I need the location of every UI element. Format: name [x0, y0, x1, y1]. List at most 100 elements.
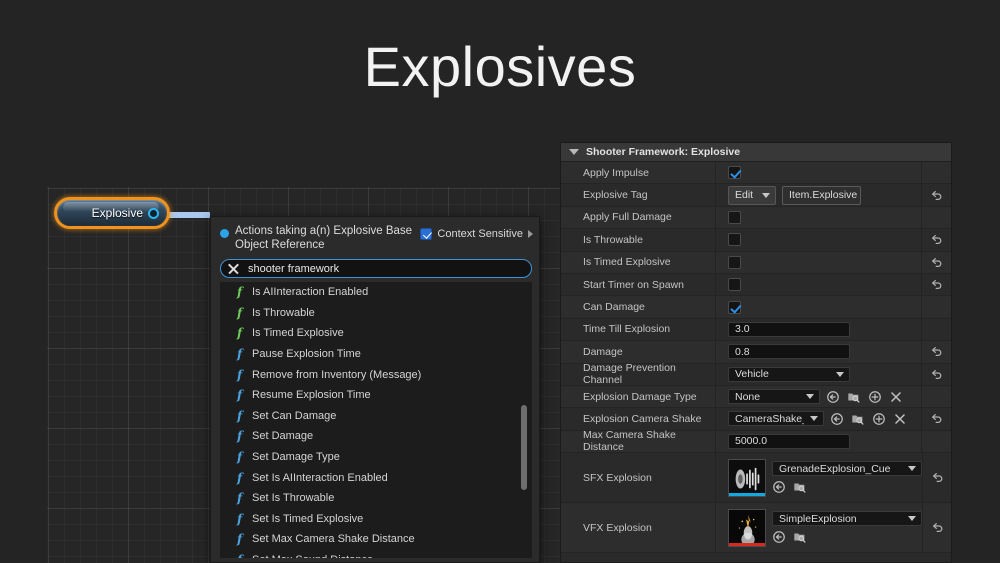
action-list-item[interactable]: f Remove from Inventory (Message) — [220, 364, 532, 385]
property-dropdown[interactable]: Vehicle — [728, 366, 850, 382]
revert-icon[interactable] — [931, 471, 944, 484]
action-list-item[interactable]: f Set Is Timed Explosive — [220, 509, 532, 530]
browse-icon[interactable] — [847, 390, 861, 404]
revert-icon[interactable] — [930, 345, 943, 358]
chevron-down-icon[interactable] — [806, 394, 814, 400]
revert-cell — [921, 206, 951, 229]
action-search-box[interactable]: shooter framework — [220, 259, 532, 278]
property-text-input[interactable]: 0.8 — [728, 344, 850, 360]
action-list-item[interactable]: f Is Timed Explosive — [220, 323, 532, 344]
action-list-item[interactable]: f Is Throwable — [220, 303, 532, 324]
chevron-down-icon[interactable] — [908, 466, 916, 472]
property-text-input[interactable]: 5000.0 — [728, 433, 850, 449]
particle-system-thumbnail[interactable] — [728, 508, 766, 547]
action-list-item[interactable]: f Set Is AIInteraction Enabled — [220, 467, 532, 488]
details-section-header[interactable]: Shooter Framework: Explosive — [561, 143, 951, 162]
new-asset-icon[interactable] — [872, 412, 886, 426]
chevron-down-icon[interactable] — [810, 416, 818, 422]
property-checkbox[interactable] — [728, 278, 741, 292]
property-row: Explosive Tag Edit Item.Explosive — [561, 184, 951, 207]
action-list-scrollbar[interactable] — [519, 282, 528, 558]
function-icon: f — [237, 532, 243, 547]
sound-cue-thumbnail[interactable] — [728, 458, 766, 497]
object-pin-dot-icon — [220, 229, 229, 238]
browse-icon[interactable] — [851, 412, 865, 426]
clear-icon[interactable] — [893, 412, 907, 426]
chevron-down-icon[interactable] — [908, 516, 916, 522]
context-sensitive-toggle[interactable]: Context Sensitive — [420, 228, 533, 240]
function-icon: f — [237, 553, 245, 558]
action-list-item-label: Is AIInteraction Enabled — [252, 286, 369, 299]
revert-cell — [921, 318, 951, 341]
chevron-down-icon[interactable] — [762, 192, 770, 198]
chevron-right-icon[interactable] — [528, 230, 533, 238]
explosive-tag-value[interactable]: Item.Explosive — [782, 185, 861, 205]
action-list-item[interactable]: f Set Max Camera Shake Distance — [220, 529, 532, 550]
property-row: Apply Full Damage — [561, 206, 951, 230]
close-icon[interactable] — [227, 263, 239, 275]
revert-cell — [921, 430, 951, 453]
sound-cue-thumbnail — [729, 459, 765, 496]
property-label: Damage — [561, 341, 716, 363]
use-selected-icon[interactable] — [772, 480, 786, 494]
browse-icon[interactable] — [793, 530, 807, 544]
action-list-item[interactable]: f Set Is Throwable — [220, 488, 532, 509]
chevron-down-icon[interactable] — [836, 371, 844, 377]
action-list-item[interactable]: f Set Damage Type — [220, 447, 532, 468]
new-asset-icon[interactable] — [868, 390, 882, 404]
object-reference-pin-icon[interactable] — [148, 207, 159, 219]
action-list-item-label: Set Damage Type — [252, 451, 340, 464]
property-label: Is Timed Explosive — [561, 251, 716, 273]
action-list-item[interactable]: f Pause Explosion Time — [220, 344, 532, 365]
revert-icon[interactable] — [930, 412, 943, 425]
node-explosive[interactable]: Explosive — [54, 197, 170, 229]
property-row: Time Till Explosion 3.0 — [561, 318, 951, 342]
chevron-down-icon[interactable] — [569, 149, 579, 155]
asset-action-icons — [772, 530, 922, 544]
action-list-item[interactable]: f Is AIInteraction Enabled — [220, 282, 532, 303]
action-list-item-label: Set Max Camera Shake Distance — [252, 533, 415, 546]
asset-picker-dropdown[interactable]: CameraShake_Explo — [728, 411, 824, 427]
action-list[interactable]: f Is AIInteraction Enabled f Is Throwable f I… — [220, 282, 532, 558]
property-value: 0.8 — [716, 341, 921, 362]
asset-picker-dropdown[interactable]: SimpleExplosion — [772, 511, 922, 527]
property-value — [716, 229, 921, 250]
property-checkbox[interactable] — [728, 166, 741, 180]
revert-icon[interactable] — [930, 233, 943, 246]
revert-cell — [921, 385, 951, 408]
action-list-item[interactable]: f Set Damage — [220, 426, 532, 447]
asset-picker-dropdown[interactable]: GrenadeExplosion_Cue — [772, 461, 922, 477]
asset-action-icons — [826, 390, 903, 404]
property-checkbox[interactable] — [728, 300, 741, 314]
scrollbar-thumb[interactable] — [520, 405, 527, 490]
action-list-item[interactable]: f Set Max Sound Distance — [220, 550, 532, 558]
action-list-item-label: Resume Explosion Time — [252, 389, 371, 402]
revert-icon[interactable] — [930, 256, 943, 269]
revert-icon[interactable] — [930, 278, 943, 291]
asset-picker-column: GrenadeExplosion_Cue — [772, 461, 922, 494]
revert-icon[interactable] — [931, 521, 944, 534]
asset-picker-column: SimpleExplosion — [772, 511, 922, 544]
property-checkbox[interactable] — [728, 233, 741, 247]
action-search-input[interactable]: shooter framework — [248, 263, 339, 275]
browse-icon[interactable] — [793, 480, 807, 494]
asset-picker-dropdown[interactable]: None — [728, 389, 820, 405]
property-value: SimpleExplosion — [716, 503, 922, 552]
property-checkbox[interactable] — [728, 210, 741, 224]
use-selected-icon[interactable] — [772, 530, 786, 544]
use-selected-icon[interactable] — [826, 390, 840, 404]
asset-name: GrenadeExplosion_Cue — [779, 462, 891, 475]
use-selected-icon[interactable] — [830, 412, 844, 426]
revert-icon[interactable] — [930, 368, 943, 381]
context-sensitive-checkbox[interactable] — [420, 228, 433, 240]
action-list-item[interactable]: f Set Can Damage — [220, 406, 532, 427]
clear-icon[interactable] — [889, 390, 903, 404]
property-value: CameraShake_Explo — [716, 408, 921, 429]
property-text-input[interactable]: 3.0 — [728, 321, 850, 337]
action-menu-popup[interactable]: Actions taking a(n) Explosive Base Objec… — [210, 216, 540, 563]
action-list-item[interactable]: f Resume Explosion Time — [220, 385, 532, 406]
revert-icon[interactable] — [930, 189, 943, 202]
property-value: 5000.0 — [716, 431, 921, 452]
explosive-tag-edit-button[interactable]: Edit — [728, 185, 776, 205]
property-checkbox[interactable] — [728, 255, 741, 269]
